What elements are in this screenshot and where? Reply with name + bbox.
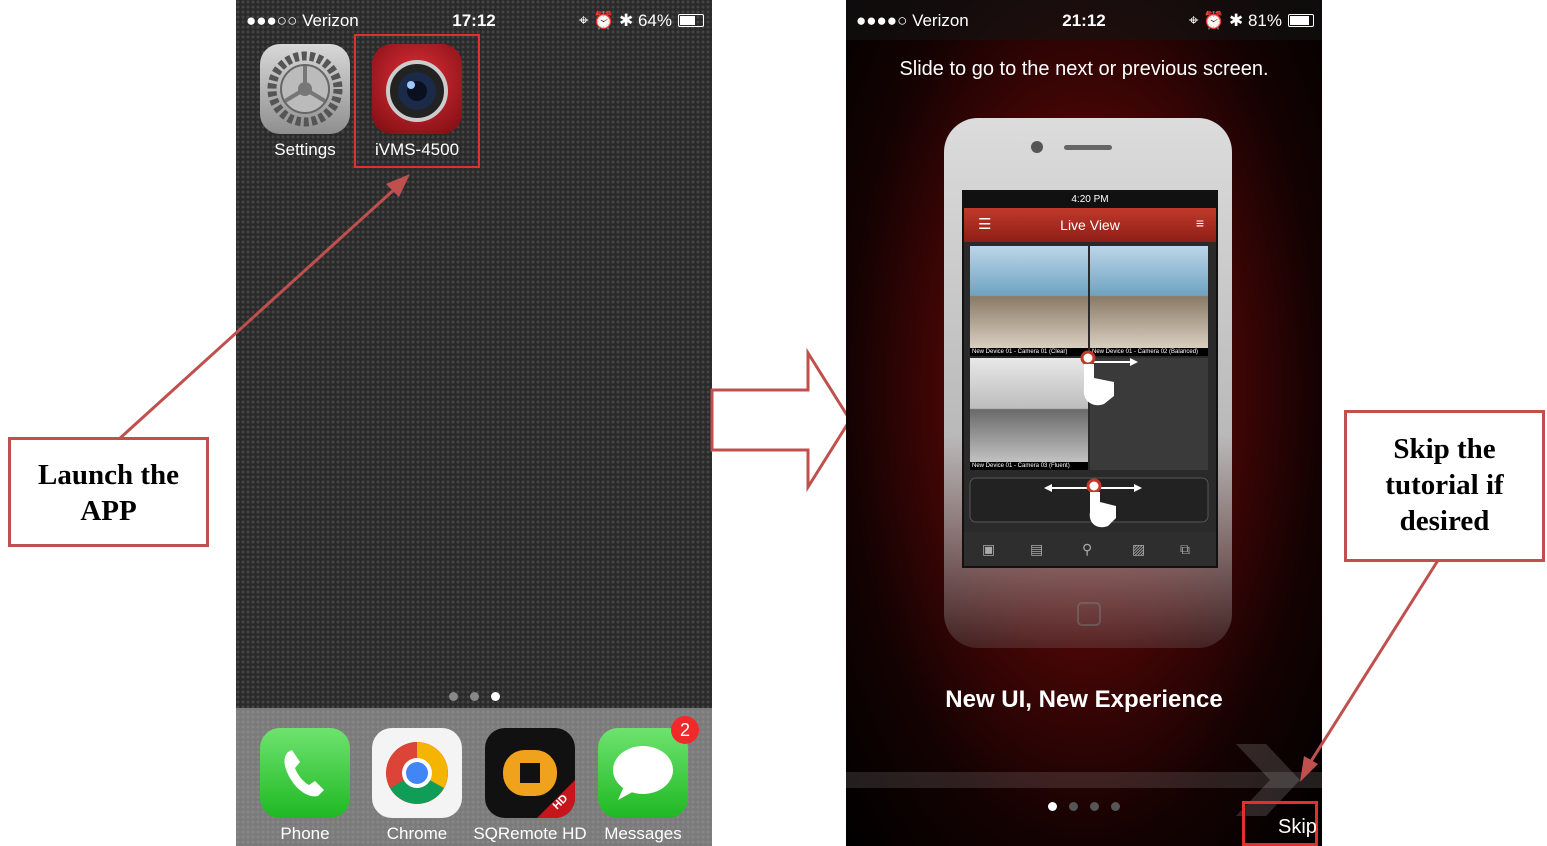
hand-icon [1083,364,1114,406]
dock: Phone Chrome HD SQRemote HD 2 Messages [236,708,712,846]
battery-icon [1288,14,1314,27]
front-camera [1031,141,1043,153]
chrome-label: Chrome [386,824,448,843]
camera-icon: ▣ [982,541,995,557]
page-dot-active [1048,802,1057,811]
ptz-icon: ⚲ [1082,541,1092,557]
chrome-app-icon[interactable] [372,728,462,818]
skip-button[interactable]: Skip [1278,816,1317,839]
page-dot-active [490,692,500,701]
page-dot [1069,802,1078,811]
page-dot [1090,802,1099,811]
chrome-icon [386,742,448,804]
sqremote-label: SQRemote HD [473,824,587,843]
tutorial-screen: ●●●●○ Verizon 21:12 ⌖ ⏰ ✱ 81% Slide to g… [846,0,1322,846]
skip-callout-text: Skip the tutorial if desired [1385,433,1504,537]
touch-point-icon [1080,350,1096,366]
sqremote-icon: HD [503,750,575,818]
speaker-grill [1064,145,1112,150]
battery-text: ⌖ ⏰ ✱ 81% [1188,11,1282,30]
tagline: New UI, New Experience [945,686,1223,713]
swipe-hint: Slide to go to the next or previous scre… [899,58,1269,80]
messages-badge: 2 [671,716,699,744]
launch-callout-text: Launch the APP [37,459,179,527]
sqremote-app-icon[interactable]: HD [485,728,575,818]
touch-point-icon [1086,478,1102,494]
skip-callout: Skip the tutorial if desired [1344,410,1545,562]
record-icon: ▤ [1030,541,1043,557]
phone-illustration: 4:20 PM ☰ Live View ≡ New Device 01 - Ca… [944,118,1232,648]
home-button [1077,602,1101,626]
launch-callout: Launch the APP [8,437,209,547]
callout-arrow-skip [1300,553,1444,782]
close-all-icon: ⧉ [1180,541,1190,557]
swipe-gesture-illustration: ▣ ▤ ⚲ ▨ ⧉ [964,350,1216,566]
page-dot [448,692,458,701]
page-dot [1111,802,1120,811]
quality-icon: ▨ [1132,541,1145,557]
messages-label: Messages [604,824,682,843]
phone-label: Phone [280,824,330,843]
status-bar: ●●●●○ Verizon 21:12 ⌖ ⏰ ✱ 81% [846,0,1322,40]
mock-screen: 4:20 PM ☰ Live View ≡ New Device 01 - Ca… [962,190,1218,568]
next-step-arrow [710,347,852,493]
page-dot [469,692,479,701]
page-indicator [236,688,712,706]
message-bubble-icon [613,746,673,800]
messages-app-icon[interactable] [598,728,688,818]
phone-app-icon[interactable] [260,728,350,818]
phone-icon [284,750,324,797]
